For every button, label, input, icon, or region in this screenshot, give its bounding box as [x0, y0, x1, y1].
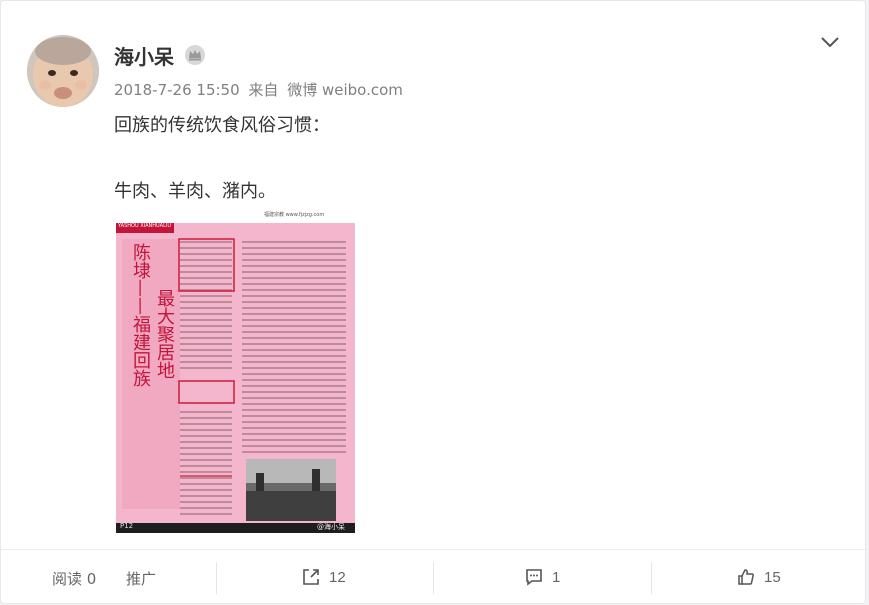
thumbs-up-icon [738, 569, 754, 585]
image-page-header: 福建宗教 www.fjzjzg.com [264, 212, 325, 218]
divider [216, 562, 217, 594]
image-tag: YASHOU XIANHUALIU [118, 223, 172, 229]
like-count: 15 [764, 568, 781, 586]
divider [433, 562, 434, 594]
image-title-main: 陈埭——福建回族 [130, 243, 151, 387]
comment-button[interactable]: 1 [524, 564, 560, 590]
username-link[interactable]: 海小呆 [114, 41, 174, 70]
post-meta: 2018-7-26 15:50 来自 微博 weibo.com [114, 79, 407, 100]
post-footer: 阅读 0 推广 12 1 15 [1, 549, 867, 605]
comment-count: 1 [552, 568, 561, 586]
image-watermark: @海小呆 [317, 523, 345, 531]
avatar[interactable] [27, 35, 99, 107]
weibo-post-card: 海小呆 2018-7-26 15:50 来自 微博 weibo.com 回族的传… [0, 0, 867, 605]
like-button[interactable]: 15 [736, 564, 781, 590]
repost-button[interactable]: 12 [301, 564, 346, 590]
chevron-down-icon[interactable] [817, 31, 843, 53]
promote-button[interactable]: 推广 [126, 568, 156, 589]
post-image[interactable]: 福建宗教 www.fjzjzg.com YASHOU XIANHUALIU 陈埭… [114, 211, 357, 535]
source-prefix: 来自 [248, 81, 279, 99]
divider [651, 562, 652, 594]
image-title-sub: 最大聚居地 [154, 289, 175, 379]
read-label: 阅读 [52, 570, 83, 588]
repost-icon [303, 569, 319, 585]
crown-icon [184, 44, 206, 66]
post-timestamp[interactable]: 2018-7-26 15:50 [114, 81, 240, 99]
repost-count: 12 [329, 568, 346, 586]
post-source[interactable]: 微博 weibo.com [287, 81, 403, 99]
read-count: 阅读 0 [52, 568, 96, 589]
image-page-number: P12 [120, 522, 134, 530]
post-text-line: 回族的传统饮食风俗习惯： [114, 115, 330, 136]
post-text-line: 牛肉、羊肉、潴内。 [114, 181, 276, 202]
comment-icon [526, 569, 542, 586]
read-count-value: 0 [86, 570, 97, 588]
